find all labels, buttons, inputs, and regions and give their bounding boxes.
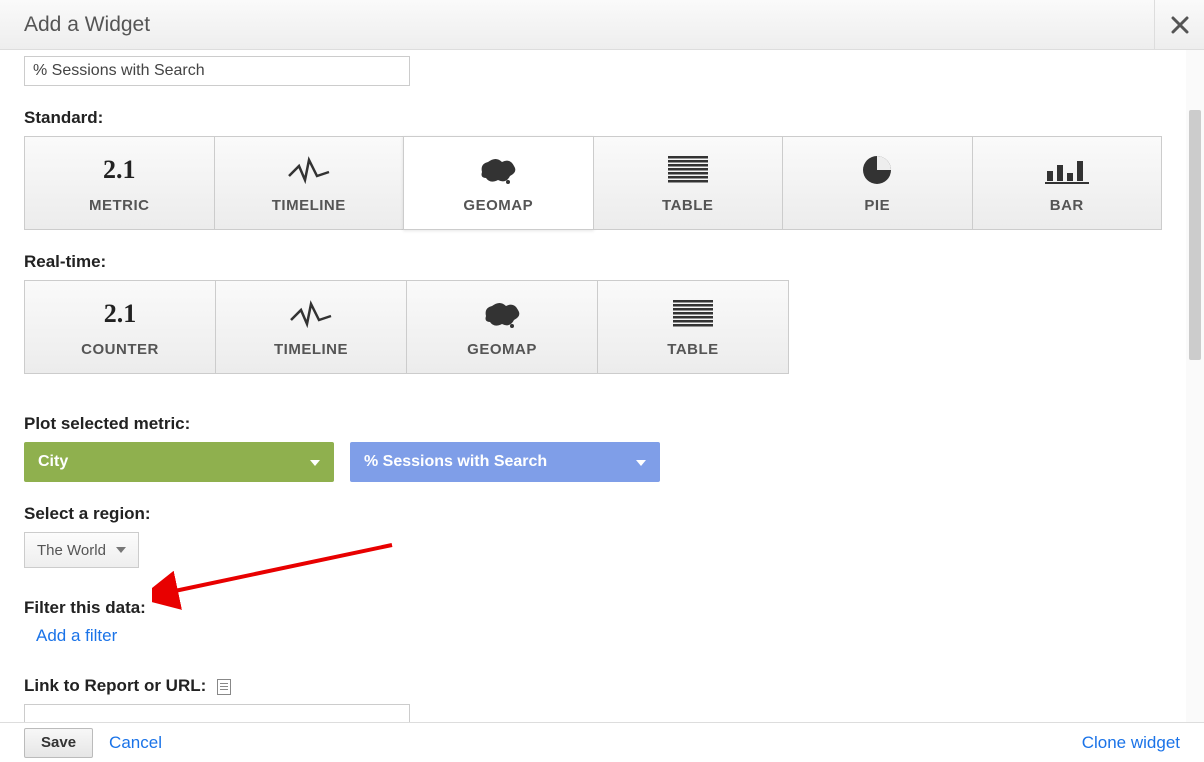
link-report-input[interactable]: [24, 704, 410, 722]
section-filter-label: Filter this data:: [24, 598, 1162, 618]
widget-type-label: TABLE: [667, 341, 718, 358]
add-widget-dialog: Add a Widget Standard: 2.1 METRIC TIMELINE…: [0, 0, 1204, 762]
widget-type-realtime-counter[interactable]: 2.1 COUNTER: [24, 280, 216, 374]
widget-type-label: TABLE: [662, 197, 713, 214]
metric-dropdown[interactable]: % Sessions with Search: [350, 442, 660, 482]
geomap-icon: [480, 297, 524, 331]
dimension-value: City: [38, 453, 68, 471]
clone-widget-link[interactable]: Clone widget: [1082, 733, 1180, 753]
widget-type-standard-bar[interactable]: BAR: [972, 136, 1163, 230]
bar-icon: [1045, 153, 1089, 187]
realtime-widgets-row: 2.1 COUNTER TIMELINE GEOMAP TABLE: [24, 280, 1162, 374]
timeline-icon: [287, 153, 331, 187]
scrollbar-thumb[interactable]: [1189, 110, 1201, 360]
widget-type-standard-metric[interactable]: 2.1 METRIC: [24, 136, 215, 230]
metric-value: % Sessions with Search: [364, 453, 547, 471]
caret-down-icon: [636, 460, 646, 466]
dialog-header: Add a Widget: [0, 0, 1204, 50]
region-select[interactable]: The World: [24, 532, 139, 568]
widget-type-label: TIMELINE: [274, 341, 348, 358]
caret-down-icon: [116, 547, 126, 553]
widget-type-label: METRIC: [89, 197, 150, 214]
widget-type-label: BAR: [1050, 197, 1084, 214]
geomap-icon: [476, 153, 520, 187]
num-icon: 2.1: [104, 297, 137, 331]
standard-widgets-row: 2.1 METRIC TIMELINE GEOMAP TABLE PIE BAR: [24, 136, 1162, 230]
region-value: The World: [37, 542, 106, 559]
dialog-footer: Save Cancel Clone widget: [0, 722, 1204, 762]
widget-type-realtime-geomap[interactable]: GEOMAP: [406, 280, 598, 374]
section-region-label: Select a region:: [24, 504, 1162, 524]
widget-type-label: GEOMAP: [463, 197, 533, 214]
dimension-dropdown[interactable]: City: [24, 442, 334, 482]
section-realtime-label: Real-time:: [24, 252, 1162, 272]
close-icon: [1171, 16, 1189, 34]
dialog-title: Add a Widget: [24, 13, 150, 37]
cancel-link[interactable]: Cancel: [109, 733, 162, 753]
add-filter-link[interactable]: Add a filter: [36, 626, 117, 645]
widget-type-label: PIE: [864, 197, 890, 214]
scrollbar[interactable]: [1186, 50, 1204, 722]
timeline-icon: [289, 297, 333, 331]
widget-title-input[interactable]: [24, 56, 410, 86]
section-plot-label: Plot selected metric:: [24, 414, 1162, 434]
widget-type-realtime-timeline[interactable]: TIMELINE: [215, 280, 407, 374]
widget-type-label: GEOMAP: [467, 341, 537, 358]
table-icon: [668, 153, 708, 187]
section-link-report-label: Link to Report or URL:: [24, 676, 1162, 696]
table-icon: [673, 297, 713, 331]
section-standard-label: Standard:: [24, 108, 1162, 128]
widget-type-standard-pie[interactable]: PIE: [782, 136, 973, 230]
widget-type-label: COUNTER: [81, 341, 159, 358]
widget-type-standard-timeline[interactable]: TIMELINE: [214, 136, 405, 230]
close-button[interactable]: [1154, 0, 1204, 50]
widget-type-standard-table[interactable]: TABLE: [593, 136, 784, 230]
widget-type-label: TIMELINE: [272, 197, 346, 214]
num-icon: 2.1: [103, 153, 136, 187]
pie-icon: [861, 153, 893, 187]
widget-type-realtime-table[interactable]: TABLE: [597, 280, 789, 374]
save-button[interactable]: Save: [24, 728, 93, 758]
report-icon: [217, 679, 231, 695]
widget-type-standard-geomap[interactable]: GEOMAP: [403, 136, 594, 230]
caret-down-icon: [310, 460, 320, 466]
dialog-body: Standard: 2.1 METRIC TIMELINE GEOMAP TABLE PI…: [0, 50, 1186, 722]
